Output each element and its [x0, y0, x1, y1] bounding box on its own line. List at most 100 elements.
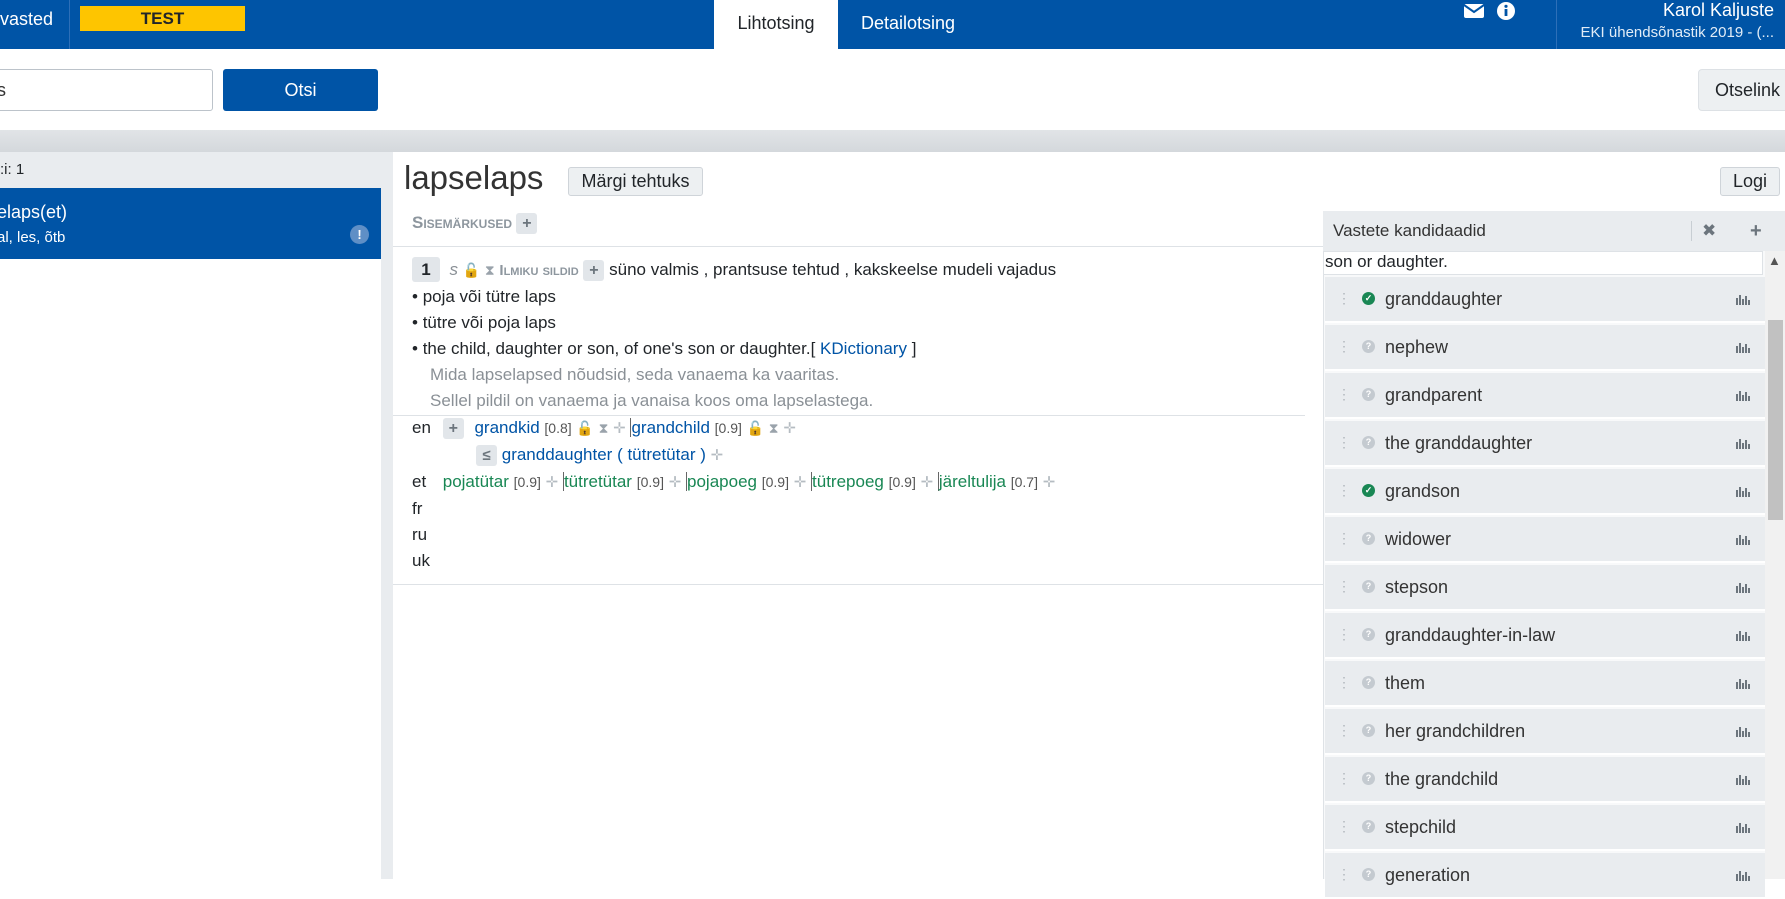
- drag-handle-icon[interactable]: ⋮: [1337, 530, 1351, 547]
- candidate-item[interactable]: ⋮? grandparent: [1325, 373, 1765, 419]
- bar-chart-icon[interactable]: [1735, 485, 1751, 497]
- add-tag-icon[interactable]: +: [583, 260, 605, 282]
- drag-handle-icon[interactable]: ⋮: [1337, 578, 1351, 595]
- bar-chart-icon[interactable]: [1735, 581, 1751, 593]
- hourglass-icon[interactable]: ⧗: [599, 420, 609, 436]
- drag-handle-icon[interactable]: ⋮: [1337, 626, 1351, 643]
- translation-link[interactable]: tütrepoeg: [811, 472, 884, 491]
- move-icon[interactable]: ✛: [921, 474, 934, 491]
- search-button[interactable]: Otsi: [223, 69, 378, 111]
- translation-paren[interactable]: ( tütretütar ): [617, 445, 706, 464]
- move-icon[interactable]: ✛: [783, 420, 796, 437]
- drag-handle-icon[interactable]: ⋮: [1337, 290, 1351, 307]
- translation-link[interactable]: pojapoeg: [686, 472, 757, 491]
- move-icon[interactable]: ✛: [546, 474, 559, 491]
- bar-chart-icon[interactable]: [1735, 821, 1751, 833]
- bar-chart-icon[interactable]: [1735, 725, 1751, 737]
- drag-handle-icon[interactable]: ⋮: [1337, 434, 1351, 451]
- translation-link[interactable]: tütretütar: [562, 472, 632, 491]
- drag-handle-icon[interactable]: ⋮: [1337, 770, 1351, 787]
- plus-icon[interactable]: +: [1750, 211, 1762, 251]
- result-item[interactable]: elaps(et) al, les, õtb !: [0, 188, 381, 259]
- candidate-item[interactable]: ⋮ ✓ grandson: [1325, 469, 1765, 515]
- add-note-icon[interactable]: +: [516, 213, 538, 235]
- candidate-item[interactable]: ⋮? them: [1325, 661, 1765, 707]
- move-icon[interactable]: ✛: [794, 474, 807, 491]
- question-icon[interactable]: ?: [1362, 772, 1375, 785]
- tab-simple-search[interactable]: Lihtotsing: [714, 0, 838, 49]
- move-icon[interactable]: ✛: [613, 420, 626, 437]
- nav-link-vasted[interactable]: vasted: [0, 9, 53, 30]
- bar-chart-icon[interactable]: [1735, 389, 1751, 401]
- candidates-source-text[interactable]: son or daughter.: [1323, 251, 1763, 275]
- translation-link[interactable]: grandkid: [474, 418, 539, 437]
- question-icon[interactable]: ?: [1362, 340, 1375, 353]
- add-translation-icon[interactable]: +: [442, 418, 464, 440]
- bar-chart-icon[interactable]: [1735, 773, 1751, 785]
- check-icon[interactable]: ✓: [1362, 292, 1375, 305]
- unlock-icon[interactable]: 🔓: [747, 420, 764, 436]
- candidate-item[interactable]: ⋮? nephew: [1325, 325, 1765, 371]
- candidate-item[interactable]: ⋮ ✓ granddaughter: [1325, 277, 1765, 323]
- bar-chart-icon[interactable]: [1735, 533, 1751, 545]
- chevron-up-icon[interactable]: ▲: [1768, 253, 1781, 268]
- question-icon[interactable]: ?: [1362, 580, 1375, 593]
- mark-done-button[interactable]: Märgi tehtuks: [568, 167, 703, 196]
- tab-detail-search[interactable]: Detailotsing: [838, 0, 978, 49]
- move-icon[interactable]: ✛: [669, 474, 682, 491]
- info-icon[interactable]: [1496, 1, 1516, 26]
- hourglass-icon[interactable]: ⧗: [769, 420, 779, 436]
- user-name[interactable]: Karol Kaljuste: [1663, 0, 1774, 21]
- candidate-item[interactable]: ⋮? granddaughter-in-law: [1325, 613, 1765, 659]
- question-icon[interactable]: ?: [1362, 628, 1375, 641]
- direct-link-button[interactable]: Otselink: [1698, 69, 1785, 111]
- panel-divider[interactable]: [381, 152, 393, 879]
- question-icon[interactable]: ?: [1362, 724, 1375, 737]
- lang-code: fr: [412, 499, 423, 518]
- drag-handle-icon[interactable]: ⋮: [1337, 482, 1351, 499]
- drag-handle-icon[interactable]: ⋮: [1337, 386, 1351, 403]
- bar-chart-icon[interactable]: [1735, 629, 1751, 641]
- log-button[interactable]: Logi: [1720, 167, 1780, 196]
- check-icon[interactable]: ✓: [1362, 484, 1375, 497]
- bar-chart-icon[interactable]: [1735, 341, 1751, 353]
- question-icon[interactable]: ?: [1362, 868, 1375, 881]
- mail-icon[interactable]: [1463, 3, 1485, 24]
- bar-chart-icon[interactable]: [1735, 293, 1751, 305]
- candidate-item[interactable]: ⋮? generation: [1325, 853, 1765, 899]
- unlock-icon[interactable]: 🔓: [576, 420, 593, 436]
- question-icon[interactable]: ?: [1362, 676, 1375, 689]
- candidate-item[interactable]: ⋮? the grandchild: [1325, 757, 1765, 803]
- candidate-item[interactable]: ⋮? the granddaughter: [1325, 421, 1765, 467]
- drag-handle-icon[interactable]: ⋮: [1337, 866, 1351, 883]
- unlock-icon[interactable]: 🔓: [463, 262, 480, 278]
- translation-link[interactable]: järeltulija: [937, 472, 1006, 491]
- translation-link[interactable]: granddaughter: [502, 445, 613, 464]
- move-icon[interactable]: ✛: [1043, 474, 1056, 491]
- hourglass-icon[interactable]: ⧗: [485, 262, 495, 278]
- move-icon[interactable]: ✛: [711, 447, 724, 464]
- close-icon[interactable]: ✖: [1702, 211, 1716, 251]
- question-icon[interactable]: ?: [1362, 436, 1375, 449]
- translation-link[interactable]: pojatütar: [443, 472, 509, 491]
- search-input[interactable]: s: [0, 69, 213, 111]
- question-icon[interactable]: ?: [1362, 820, 1375, 833]
- source-link[interactable]: KDictionary: [820, 339, 907, 358]
- candidate-item[interactable]: ⋮? widower: [1325, 517, 1765, 563]
- drag-handle-icon[interactable]: ⋮: [1337, 818, 1351, 835]
- candidate-item[interactable]: ⋮? stepchild: [1325, 805, 1765, 851]
- bar-chart-icon[interactable]: [1735, 437, 1751, 449]
- drag-handle-icon[interactable]: ⋮: [1337, 338, 1351, 355]
- question-icon[interactable]: ?: [1362, 388, 1375, 401]
- drag-handle-icon[interactable]: ⋮: [1337, 722, 1351, 739]
- bar-chart-icon[interactable]: [1735, 869, 1751, 881]
- question-icon[interactable]: ?: [1362, 532, 1375, 545]
- candidate-item[interactable]: ⋮? stepson: [1325, 565, 1765, 611]
- translation-weight: [0.9]: [888, 474, 916, 490]
- scrollbar-thumb[interactable]: [1768, 320, 1783, 520]
- translation-link[interactable]: grandchild: [630, 418, 710, 437]
- user-dictionary[interactable]: EKI ühendsõnastik 2019 - (...: [1581, 24, 1774, 41]
- drag-handle-icon[interactable]: ⋮: [1337, 674, 1351, 691]
- bar-chart-icon[interactable]: [1735, 677, 1751, 689]
- candidate-item[interactable]: ⋮? her grandchildren: [1325, 709, 1765, 755]
